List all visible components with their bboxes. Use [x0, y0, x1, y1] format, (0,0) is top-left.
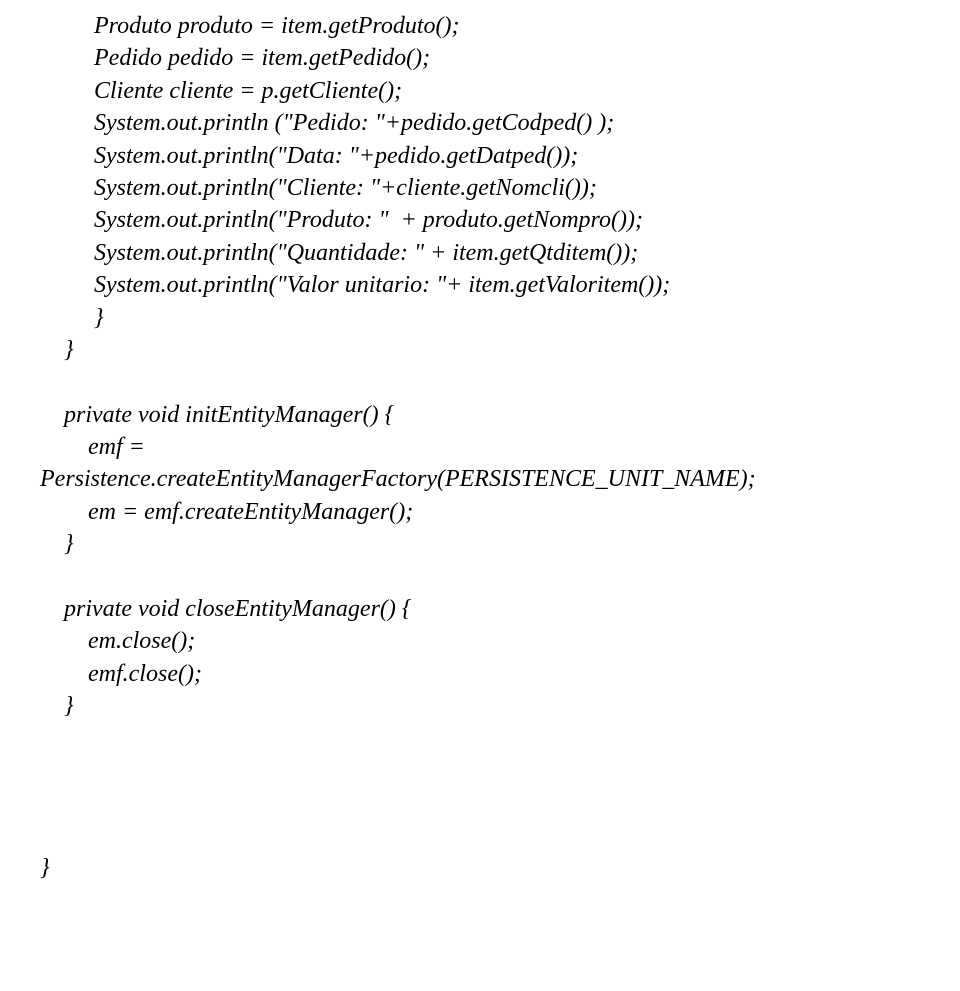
code-line: } — [40, 693, 74, 719]
code-line: emf.close(); — [40, 661, 202, 687]
code-line: Produto produto = item.getProduto(); — [40, 13, 459, 39]
code-block: Produto produto = item.getProduto(); Ped… — [0, 0, 960, 925]
code-line: private void closeEntityManager() { — [40, 596, 412, 622]
code-line: em.close(); — [40, 628, 195, 654]
code-line: } — [40, 305, 104, 331]
code-line: System.out.println("Cliente: "+cliente.g… — [40, 175, 597, 201]
code-line: private void initEntityManager() { — [40, 402, 394, 428]
code-line: } — [40, 337, 74, 363]
code-line: } — [40, 531, 74, 557]
code-line: System.out.println ("Pedido: "+pedido.ge… — [40, 110, 614, 136]
code-line: emf = — [40, 434, 145, 460]
code-line: Pedido pedido = item.getPedido(); — [40, 45, 430, 71]
code-line: System.out.println("Quantidade: " + item… — [40, 240, 638, 266]
code-line: em = emf.createEntityManager(); — [40, 499, 413, 525]
code-line: Cliente cliente = p.getCliente(); — [40, 78, 402, 104]
code-line: } — [40, 855, 50, 881]
code-line: System.out.println("Data: "+pedido.getDa… — [40, 143, 578, 169]
code-line: Persistence.createEntityManagerFactory(P… — [40, 466, 756, 492]
code-line: System.out.println("Produto: " + produto… — [40, 207, 643, 233]
code-line: System.out.println("Valor unitario: "+ i… — [40, 272, 670, 298]
